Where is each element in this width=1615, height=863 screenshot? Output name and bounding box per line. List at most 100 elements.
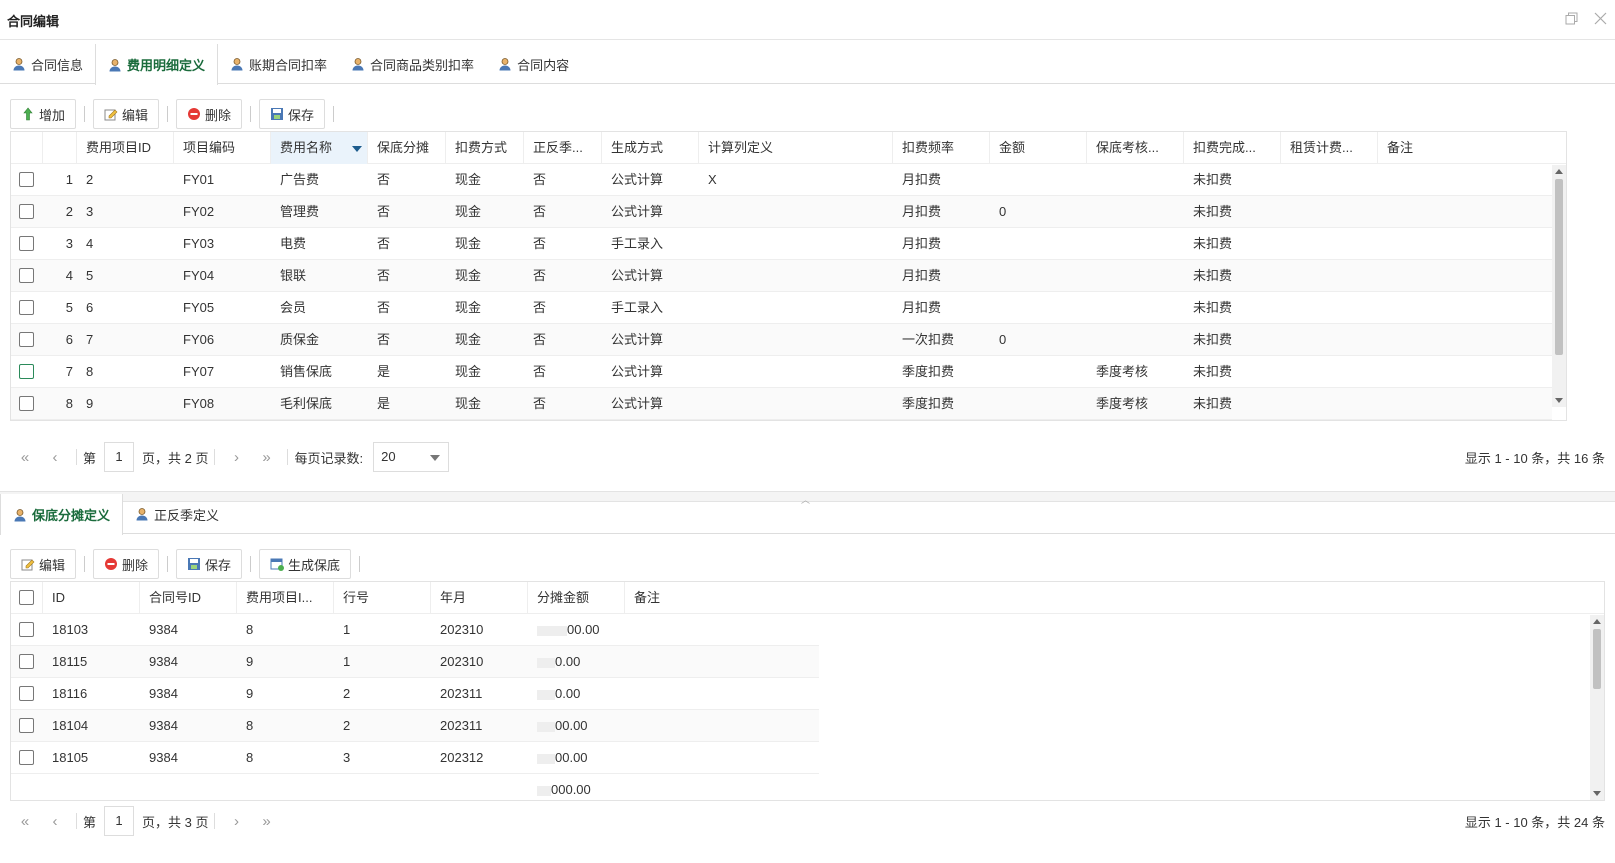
col-note[interactable]: 备注 xyxy=(625,582,815,614)
tab-season-def[interactable]: 正反季定义 xyxy=(123,494,231,534)
row-checkbox-cell xyxy=(11,196,43,228)
row-checkbox[interactable] xyxy=(19,364,34,379)
row-checkbox[interactable] xyxy=(19,300,34,315)
cell-assess xyxy=(1087,260,1184,292)
select-all-checkbox[interactable] xyxy=(19,590,34,605)
col-season[interactable]: 正反季... xyxy=(524,132,602,164)
delete-button[interactable]: 删除 xyxy=(93,549,160,579)
col-fee-item[interactable]: 费用项目I... xyxy=(237,582,334,614)
last-page-icon[interactable]: » xyxy=(251,813,281,830)
col-item-code[interactable]: 项目编码 xyxy=(174,132,271,164)
row-checkbox[interactable] xyxy=(19,268,34,283)
col-contract-id[interactable]: 合同号ID xyxy=(140,582,237,614)
sort-down-icon[interactable] xyxy=(352,146,362,152)
scroll-up-icon[interactable] xyxy=(1593,619,1601,624)
col-line-no[interactable]: 行号 xyxy=(334,582,431,614)
table-row[interactable]: 18116 9384 9 2 202311 0.00 xyxy=(11,678,819,710)
cell-code: FY04 xyxy=(183,268,215,283)
row-checkbox[interactable] xyxy=(19,686,34,701)
table-row[interactable]: 18103 9384 8 1 202310 00.00 xyxy=(11,614,819,646)
next-page-icon[interactable]: › xyxy=(221,813,251,830)
col-fee-name[interactable]: 费用名称 xyxy=(271,132,368,164)
next-page-icon[interactable]: › xyxy=(221,449,251,466)
first-page-icon[interactable]: « xyxy=(10,813,40,830)
table-row[interactable]: 18104 9384 8 2 202311 00.00 xyxy=(11,710,819,742)
cell-note xyxy=(1378,228,1552,260)
table-row[interactable]: 2 3 FY02 管理费 否 现金 否 公式计算 月扣费 0 未扣费 xyxy=(11,196,1552,228)
table-row[interactable]: 8 9 FY08 毛利保底 是 现金 否 公式计算 季度扣费 季度考核 未扣费 xyxy=(11,388,1552,420)
page-total: 页，共 2 页 xyxy=(142,450,209,466)
table-row[interactable]: 18115 9384 9 1 202310 0.00 xyxy=(11,646,819,678)
scroll-down-icon[interactable] xyxy=(1555,398,1563,403)
row-checkbox[interactable] xyxy=(19,172,34,187)
col-lease-billing[interactable]: 租赁计费... xyxy=(1281,132,1378,164)
row-checkbox[interactable] xyxy=(19,236,34,251)
scroll-up-icon[interactable] xyxy=(1555,169,1563,174)
col-id[interactable]: ID xyxy=(43,582,140,614)
last-page-icon[interactable]: » xyxy=(251,449,281,466)
add-button[interactable]: 增加 xyxy=(10,99,77,129)
row-checkbox[interactable] xyxy=(19,750,34,765)
vertical-scrollbar[interactable] xyxy=(1552,165,1566,407)
tab-contract-info[interactable]: 合同信息 xyxy=(0,44,95,84)
tab-guarantee-share[interactable]: 保底分摊定义 xyxy=(0,494,124,535)
prev-page-icon[interactable]: ‹ xyxy=(40,449,70,466)
save-button[interactable]: 保存 xyxy=(259,99,326,129)
row-checkbox[interactable] xyxy=(19,204,34,219)
col-gen-method[interactable]: 生成方式 xyxy=(602,132,699,164)
edit-button[interactable]: 编辑 xyxy=(10,549,77,579)
col-deduct-freq[interactable]: 扣费频率 xyxy=(893,132,990,164)
table-row[interactable]: 5 6 FY05 会员 否 现金 否 手工录入 月扣费 未扣费 xyxy=(11,292,1552,324)
save-button[interactable]: 保存 xyxy=(176,549,243,579)
window-title: 合同编辑 xyxy=(7,14,60,29)
horizontal-scrollbar[interactable] xyxy=(11,420,1552,421)
tab-period-rate[interactable]: 账期合同扣率 xyxy=(218,44,339,84)
cell-code: FY06 xyxy=(183,332,215,347)
col-deduct-done[interactable]: 扣费完成... xyxy=(1184,132,1281,164)
bottom-toolbar: 编辑 删除 保存 生成保底 xyxy=(10,547,368,581)
tab-category-rate[interactable]: 合同商品类别扣率 xyxy=(339,44,486,84)
row-checkbox[interactable] xyxy=(19,332,34,347)
table-row[interactable]: 7 8 FY07 销售保底 是 现金 否 公式计算 季度扣费 季度考核 未扣费 xyxy=(11,356,1552,388)
scroll-down-icon[interactable] xyxy=(1593,791,1601,796)
scroll-thumb[interactable] xyxy=(1555,179,1563,355)
cell-freq: 月扣费 xyxy=(902,236,942,251)
col-note[interactable]: 备注 xyxy=(1378,132,1566,164)
page-size-select[interactable]: 20 xyxy=(373,442,450,472)
row-checkbox[interactable] xyxy=(19,654,34,669)
table-row[interactable]: 4 5 FY04 银联 否 现金 否 公式计算 月扣费 未扣费 xyxy=(11,260,1552,292)
col-guarantee-share[interactable]: 保底分摊 xyxy=(368,132,446,164)
page-number-input[interactable]: 1 xyxy=(104,806,135,836)
page-number-input[interactable]: 1 xyxy=(104,442,135,472)
edit-button[interactable]: 编辑 xyxy=(93,99,160,129)
col-guarantee-assess[interactable]: 保底考核... xyxy=(1087,132,1184,164)
col-year-month[interactable]: 年月 xyxy=(431,582,528,614)
table-row[interactable]: 3 4 FY03 电费 否 现金 否 手工录入 月扣费 未扣费 xyxy=(11,228,1552,260)
table-row[interactable]: 18105 9384 8 3 202312 00.00 xyxy=(11,742,819,774)
tab-contract-content[interactable]: 合同内容 xyxy=(486,44,581,84)
tab-label: 合同信息 xyxy=(31,57,84,73)
edit-label: 编辑 xyxy=(39,557,66,573)
restore-icon[interactable] xyxy=(1565,12,1578,27)
row-checkbox[interactable] xyxy=(19,396,34,411)
cell-share: 否 xyxy=(377,204,391,219)
col-amount[interactable]: 金额 xyxy=(990,132,1087,164)
delete-button[interactable]: 删除 xyxy=(176,99,243,129)
redacted-block xyxy=(537,721,555,732)
col-share-amount[interactable]: 分摊金额 xyxy=(528,582,625,614)
row-checkbox[interactable] xyxy=(19,718,34,733)
table-row[interactable]: 6 7 FY06 质保金 否 现金 否 公式计算 一次扣费 0 未扣费 xyxy=(11,324,1552,356)
close-icon[interactable] xyxy=(1594,12,1607,27)
scroll-thumb[interactable] xyxy=(1593,629,1601,689)
vertical-scrollbar[interactable] xyxy=(1590,615,1604,800)
generate-guarantee-button[interactable]: 生成保底 xyxy=(259,549,352,579)
col-calc-def[interactable]: 计算列定义 xyxy=(699,132,893,164)
row-checkbox[interactable] xyxy=(19,622,34,637)
cell-amount xyxy=(990,260,1087,292)
col-deduct-method[interactable]: 扣费方式 xyxy=(446,132,524,164)
tab-fee-detail[interactable]: 费用明细定义 xyxy=(95,44,219,85)
prev-page-icon[interactable]: ‹ xyxy=(40,813,70,830)
table-row[interactable]: 1 2 FY01 广告费 否 现金 否 公式计算 X 月扣费 未扣费 xyxy=(11,164,1552,196)
first-page-icon[interactable]: « xyxy=(10,449,40,466)
col-fee-item-id[interactable]: 费用项目ID xyxy=(77,132,174,164)
